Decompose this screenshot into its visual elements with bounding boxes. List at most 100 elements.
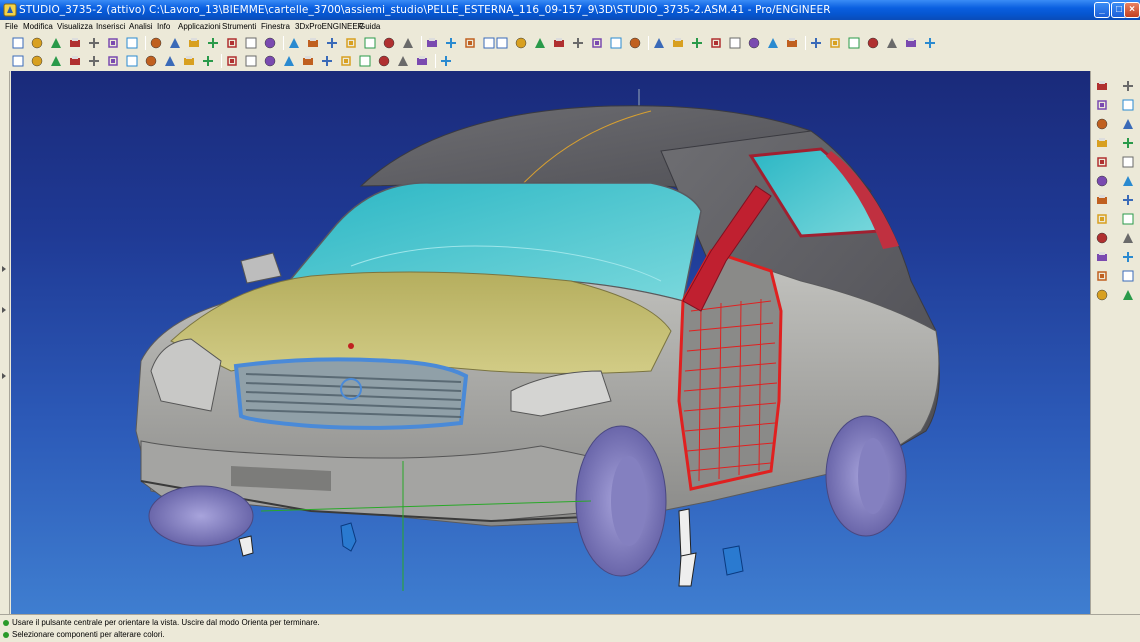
- printer-icon[interactable]: [244, 54, 258, 68]
- expand-arrow-icon[interactable]: [2, 373, 6, 379]
- zoom-out-icon-b[interactable]: [766, 36, 780, 50]
- menu-guida[interactable]: Guida: [359, 20, 380, 33]
- axis-icon[interactable]: [1095, 117, 1109, 131]
- rotate-icon[interactable]: [263, 54, 277, 68]
- chamfer-icon[interactable]: [1095, 231, 1109, 245]
- menu-inserisci[interactable]: Inserisci: [96, 20, 125, 33]
- expand-arrow-icon[interactable]: [2, 307, 6, 313]
- round-icon[interactable]: [1121, 212, 1135, 226]
- sphere-icon[interactable]: [358, 54, 372, 68]
- view-list-icon-b[interactable]: [847, 36, 861, 50]
- menu-3dxproengineer[interactable]: 3DxProENGINEER: [295, 20, 363, 33]
- refit-icon-b[interactable]: [728, 36, 742, 50]
- datum-point-icon[interactable]: [1095, 79, 1109, 93]
- rib-icon[interactable]: [1095, 250, 1109, 264]
- file-icon-b[interactable]: [571, 36, 585, 50]
- view-list-icon[interactable]: [363, 36, 377, 50]
- close-button[interactable]: ×: [1124, 2, 1140, 18]
- menu-file[interactable]: File: [5, 20, 18, 33]
- globe-icon[interactable]: [68, 54, 82, 68]
- wireframe-icon[interactable]: [425, 36, 439, 50]
- spin-center-icon-b[interactable]: [885, 36, 899, 50]
- select-icon[interactable]: [187, 36, 201, 50]
- wireframe-icon-b[interactable]: [904, 36, 918, 50]
- blend-icon[interactable]: [1121, 193, 1135, 207]
- open-icon-b[interactable]: [514, 36, 528, 50]
- settings-icon-b[interactable]: [652, 36, 666, 50]
- menu-modifica[interactable]: Modifica: [23, 20, 53, 33]
- repaint-icon-b[interactable]: [866, 36, 880, 50]
- menu-visualizza[interactable]: Visualizza: [57, 20, 93, 33]
- copy-icon-b[interactable]: [552, 36, 566, 50]
- new-icon[interactable]: [11, 36, 25, 50]
- model-tree-icon[interactable]: [125, 54, 139, 68]
- extrude-icon[interactable]: [1095, 174, 1109, 188]
- minimize-button[interactable]: _: [1094, 2, 1110, 18]
- layers-icon[interactable]: [206, 36, 220, 50]
- menu-analisi[interactable]: Analisi: [129, 20, 153, 33]
- save-as-icon[interactable]: [125, 36, 139, 50]
- save-as-icon-b[interactable]: [609, 36, 623, 50]
- part-icon[interactable]: [301, 54, 315, 68]
- zoom-box-icon[interactable]: [306, 36, 320, 50]
- zoom-out-icon[interactable]: [287, 36, 301, 50]
- settings-icon[interactable]: [168, 36, 182, 50]
- shell-icon[interactable]: [1121, 231, 1135, 245]
- menu-info[interactable]: Info: [157, 20, 170, 33]
- analysis-icon[interactable]: [1121, 136, 1135, 150]
- pdf-icon[interactable]: [144, 54, 158, 68]
- datum-axes-icon[interactable]: [49, 54, 63, 68]
- curve-icon[interactable]: [1121, 117, 1135, 131]
- orient-icon-b[interactable]: [828, 36, 842, 50]
- menu-finestra[interactable]: Finestra: [261, 20, 290, 33]
- layers-icon-b[interactable]: [690, 36, 704, 50]
- pan-icon[interactable]: [325, 36, 339, 50]
- zoom-in-icon[interactable]: [263, 36, 277, 50]
- file-icon[interactable]: [87, 36, 101, 50]
- draft-icon[interactable]: [163, 54, 177, 68]
- appearance-icon[interactable]: [106, 54, 120, 68]
- intersect-icon[interactable]: [1095, 136, 1109, 150]
- merge-icon[interactable]: [1095, 288, 1109, 302]
- no-hidden-icon[interactable]: [463, 36, 477, 50]
- zoom-in-icon-b[interactable]: [747, 36, 761, 50]
- hidden-line-icon[interactable]: [444, 36, 458, 50]
- grid-icon[interactable]: [439, 54, 453, 68]
- orient-icon[interactable]: [344, 36, 358, 50]
- mold-icon[interactable]: [339, 54, 353, 68]
- folder-icon-b[interactable]: [590, 36, 604, 50]
- copy-icon[interactable]: [68, 36, 82, 50]
- save-icon[interactable]: [49, 36, 63, 50]
- folder-icon[interactable]: [106, 36, 120, 50]
- new-icon-b[interactable]: [495, 36, 509, 50]
- spin-center-icon[interactable]: [401, 36, 415, 50]
- graphics-viewport[interactable]: [11, 71, 1090, 614]
- marker-icon[interactable]: [1121, 155, 1135, 169]
- save-icon-b[interactable]: [533, 36, 547, 50]
- open-icon[interactable]: [30, 36, 44, 50]
- datum-planes-icon[interactable]: [30, 54, 44, 68]
- shaded-icon[interactable]: [482, 36, 496, 50]
- zoom-box-icon-b[interactable]: [785, 36, 799, 50]
- repaint-icon[interactable]: [382, 36, 396, 50]
- plane-icon[interactable]: [1095, 98, 1109, 112]
- datum-csys-icon[interactable]: [1121, 79, 1135, 93]
- print-icon[interactable]: [149, 36, 163, 50]
- datum-plane-icon[interactable]: [1121, 98, 1135, 112]
- saved-view-icon-b[interactable]: [709, 36, 723, 50]
- table-icon[interactable]: [1095, 155, 1109, 169]
- refit-icon[interactable]: [244, 36, 258, 50]
- expand-arrow-icon[interactable]: [2, 266, 6, 272]
- sphere-dark-icon[interactable]: [377, 54, 391, 68]
- saved-view-icon[interactable]: [225, 36, 239, 50]
- sketch-icon[interactable]: [182, 54, 196, 68]
- regen-icon[interactable]: [11, 54, 25, 68]
- hidden-line-icon-b[interactable]: [923, 36, 937, 50]
- sweep-icon[interactable]: [1095, 193, 1109, 207]
- menu-applicazioni[interactable]: Applicazioni: [178, 20, 221, 33]
- revolve-icon[interactable]: [1121, 174, 1135, 188]
- color-icon[interactable]: [87, 54, 101, 68]
- print-icon-b[interactable]: [628, 36, 642, 50]
- trim-icon[interactable]: [1121, 288, 1135, 302]
- line-icon[interactable]: [396, 54, 410, 68]
